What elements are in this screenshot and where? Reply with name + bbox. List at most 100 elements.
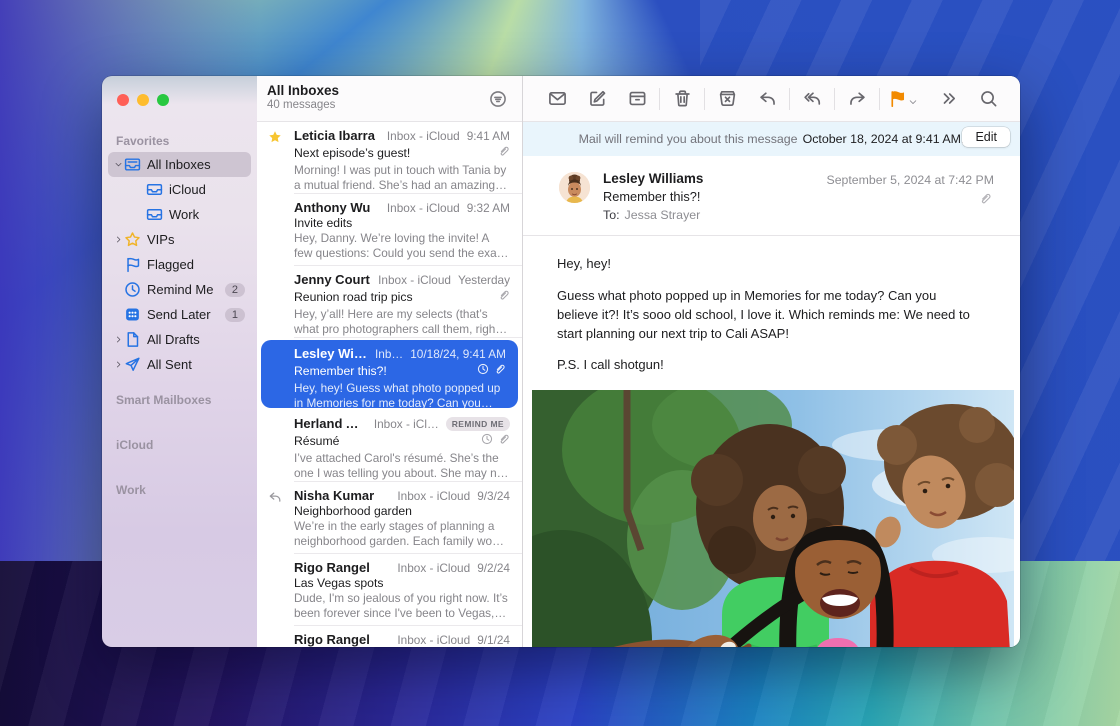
sender-avatar	[559, 172, 590, 203]
message-date: September 5, 2024 at 7:42 PM	[827, 173, 994, 187]
message-row-rigo-rangel[interactable]: Rigo RangelInbox - iCloud9/1/24	[257, 626, 522, 647]
row-sender: Herland Antezana	[294, 416, 368, 431]
message-row-nisha-kumar[interactable]: Nisha KumarInbox - iCloud9/3/24Neighborh…	[257, 482, 522, 554]
clock-icon	[124, 281, 141, 298]
filter-icon[interactable]	[486, 87, 510, 111]
message-row-anthony-wu[interactable]: Anthony WuInbox - iCloud9:32 AMInvite ed…	[257, 194, 522, 266]
flag-star-icon	[268, 130, 282, 144]
sidebar-item-icloud[interactable]: iCloud	[108, 177, 251, 202]
message-recipients: To:Jessa Strayer	[603, 208, 994, 222]
remind-me-badge: REMIND ME	[446, 417, 510, 431]
calendar-icon	[124, 306, 141, 323]
clock-icon	[481, 432, 493, 450]
zoom-button[interactable]	[157, 94, 169, 106]
sidebar-item-label: Work	[169, 207, 199, 222]
message-row-jenny-court[interactable]: Jenny CourtInbox - iCloudYesterdayReunio…	[257, 266, 522, 338]
row-preview: I’ve attached Carol's résumé. She’s the …	[294, 451, 510, 482]
list-title: All Inboxes	[267, 83, 510, 98]
edit-reminder-button[interactable]: Edit	[962, 127, 1010, 147]
get-mail-icon[interactable]	[537, 83, 577, 115]
junk-icon[interactable]	[707, 83, 747, 115]
message-subject: Remember this?!	[603, 189, 994, 204]
message-row-lesley-williams[interactable]: Lesley WilliamsInb…10/18/24, 9:41 AMReme…	[261, 340, 518, 408]
row-preview: We’re in the early stages of planning a …	[294, 519, 510, 550]
minimize-button[interactable]	[137, 94, 149, 106]
sidebar-item-all-inboxes[interactable]: All Inboxes	[108, 152, 251, 177]
row-sender: Rigo Rangel	[294, 560, 391, 575]
sidebar-item-label: All Sent	[147, 357, 192, 372]
sidebar-section-work[interactable]: Work	[116, 483, 257, 497]
toolbar-separator	[879, 88, 880, 110]
chevron-down-icon[interactable]	[112, 160, 124, 169]
chevron-right-icon[interactable]	[112, 360, 124, 369]
toolbar-separator	[659, 88, 660, 110]
message-body-paragraph: Guess what photo popped up in Memories f…	[557, 287, 980, 344]
toolbar-separator	[704, 88, 705, 110]
row-subject: Remember this?!	[294, 364, 477, 378]
chevron-right-icon[interactable]	[112, 235, 124, 244]
sidebar-item-work[interactable]: Work	[108, 202, 251, 227]
reply-all-icon[interactable]	[792, 83, 832, 115]
forward-icon[interactable]	[837, 83, 877, 115]
reply-icon[interactable]	[747, 83, 787, 115]
all-inboxes-icon	[124, 156, 141, 173]
row-subject: Résumé	[294, 434, 481, 448]
sidebar-item-label: VIPs	[147, 232, 174, 247]
unread-count-badge: 1	[225, 308, 245, 322]
trash-icon[interactable]	[662, 83, 702, 115]
message-row-herland-antezana[interactable]: Herland Antezana Inbox - iCl… REMIND ME Rés…	[257, 410, 522, 482]
row-mailbox: Inbox - iCloud	[397, 633, 470, 647]
row-subject: Reunion road trip pics	[294, 290, 498, 304]
sidebar-item-label: Send Later	[147, 307, 211, 322]
desktop-wallpaper: Favorites All InboxesiCloudWorkVIPsFlagg…	[0, 0, 1120, 726]
row-preview: Dude, I'm so jealous of you right now. I…	[294, 591, 510, 622]
sidebar-item-label: All Drafts	[147, 332, 200, 347]
message-row-leticia-ibarra[interactable]: Leticia IbarraInbox - iCloud9:41 AMNext …	[257, 122, 522, 194]
paperclip-icon	[979, 192, 992, 210]
paperclip-icon	[494, 362, 506, 380]
sidebar-item-all-sent[interactable]: All Sent	[108, 352, 251, 377]
message-body: Hey, hey! Guess what photo popped up in M…	[523, 236, 1020, 388]
compose-icon[interactable]	[577, 83, 617, 115]
sidebar-section-icloud[interactable]: iCloud	[116, 438, 257, 452]
three-friends-selfie-image	[532, 390, 1014, 647]
toolbar	[523, 76, 1020, 122]
sidebar-item-remind-me[interactable]: Remind Me 2	[108, 277, 251, 302]
sidebar-item-label: Remind Me	[147, 282, 213, 297]
sidebar-item-label: All Inboxes	[147, 157, 211, 172]
sidebar-section-smart-mailboxes[interactable]: Smart Mailboxes	[116, 393, 257, 407]
row-date: 9/3/24	[477, 489, 510, 503]
flag-menu-chevron-down-icon[interactable]	[908, 97, 922, 107]
row-subject: Neighborhood garden	[294, 504, 510, 518]
row-preview: Hey, hey! Guess what photo popped up in …	[294, 381, 506, 412]
row-mailbox: Inbox - iCloud	[387, 201, 460, 215]
message-body-paragraph: Hey, hey!	[557, 255, 980, 274]
row-preview: Morning! I was put in touch with Tania b…	[294, 163, 510, 194]
row-subject: Next episode’s guest!	[294, 146, 498, 160]
unread-count-badge: 2	[225, 283, 245, 297]
sidebar-item-all-drafts[interactable]: All Drafts	[108, 327, 251, 352]
flag-icon	[124, 256, 141, 273]
chevron-right-icon[interactable]	[112, 335, 124, 344]
sidebar-item-label: Flagged	[147, 257, 194, 272]
search-icon[interactable]	[968, 83, 1008, 115]
row-mailbox: Inb…	[375, 347, 403, 361]
sidebar-item-vips[interactable]: VIPs	[108, 227, 251, 252]
message-list-header: All Inboxes 40 messages	[257, 76, 522, 122]
sidebar-item-send-later[interactable]: Send Later 1	[108, 302, 251, 327]
row-mailbox: Inbox - iCl…	[374, 417, 439, 431]
row-sender: Jenny Court	[294, 272, 372, 287]
sidebar-item-flagged[interactable]: Flagged	[108, 252, 251, 277]
message-row-rigo-rangel[interactable]: Rigo RangelInbox - iCloud9/2/24Las Vegas…	[257, 554, 522, 626]
archive-icon[interactable]	[617, 83, 657, 115]
row-preview: Hey, Danny. We’re loving the invite! A f…	[294, 231, 510, 262]
more-icon[interactable]	[928, 83, 968, 115]
row-sender: Nisha Kumar	[294, 488, 391, 503]
paperclip-icon	[498, 288, 510, 306]
message-pane: Mail will remind you about this message …	[523, 76, 1020, 647]
row-sender: Leticia Ibarra	[294, 128, 381, 143]
row-mailbox: Inbox - iCloud	[397, 561, 470, 575]
photo-attachment[interactable]	[532, 390, 1014, 647]
recipient-name[interactable]: Jessa Strayer	[625, 208, 701, 222]
close-button[interactable]	[117, 94, 129, 106]
